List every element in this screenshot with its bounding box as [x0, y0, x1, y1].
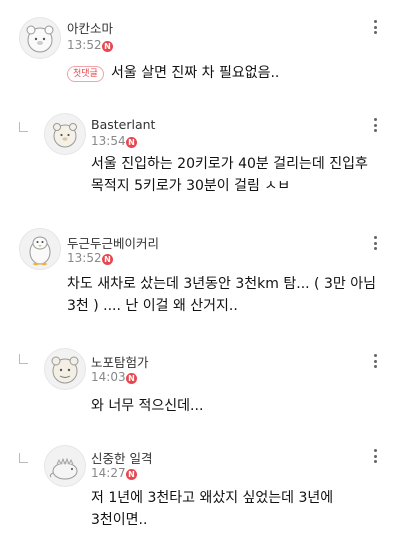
- dinosaur-icon: [49, 457, 78, 480]
- new-badge: N: [126, 137, 137, 148]
- more-options-icon[interactable]: [368, 447, 382, 465]
- comment-item: 두근두근베이커리 13:52 N 차도 새차로 샀는데 3년동안 3천km 탐.…: [0, 220, 400, 340]
- more-options-icon[interactable]: [368, 352, 382, 370]
- avatar[interactable]: [44, 348, 86, 390]
- more-options-icon[interactable]: [368, 234, 382, 252]
- bear-face-icon: [26, 25, 54, 53]
- comment-text: 와 너무 적으신데...: [91, 398, 204, 414]
- first-comment-badge: 첫댓글: [67, 66, 104, 82]
- comment-author[interactable]: 노포탐험가: [91, 352, 149, 371]
- comment-time: 13:52: [67, 38, 102, 52]
- comment-item: 노포탐험가 14:03 N 와 너무 적으신데...: [0, 340, 400, 435]
- comment-text: 서울 진입하는 20키로가 40분 걸리는데 진입후 목적지 5키로가 30분이…: [91, 156, 368, 194]
- comment-author[interactable]: 신중한 일격: [91, 448, 152, 467]
- bear-face-icon: [51, 356, 79, 384]
- new-badge: N: [126, 469, 137, 480]
- comment-item: 아칸소마 13:52 N 첫댓글 서울 살면 진짜 차 필요없음..: [0, 0, 400, 110]
- comment-author[interactable]: 아칸소마: [67, 18, 113, 37]
- comment-text: 서울 살면 진짜 차 필요없음..: [111, 65, 280, 81]
- comment-time: 13:52: [67, 251, 102, 265]
- avatar[interactable]: [44, 445, 86, 487]
- comment-item: 신중한 일격 14:27 N 저 1년에 3천타고 왜샀지 싶었는데 3년에 3…: [0, 435, 400, 547]
- comment-time: 13:54: [91, 134, 126, 148]
- reply-indent-icon: [19, 453, 28, 463]
- more-options-icon[interactable]: [368, 116, 382, 134]
- comment-text: 저 1년에 3천타고 왜샀지 싶었는데 3년에 3천이면..: [91, 490, 334, 528]
- comment-author[interactable]: Basterlant: [91, 117, 155, 132]
- reply-indent-icon: [19, 122, 28, 132]
- avatar[interactable]: [19, 17, 61, 59]
- new-badge: N: [102, 41, 113, 52]
- comment-item: Basterlant 13:54 N 서울 진입하는 20키로가 40분 걸리는…: [0, 110, 400, 220]
- new-badge: N: [126, 373, 137, 384]
- comment-author[interactable]: 두근두근베이커리: [67, 233, 159, 252]
- penguin-icon: [29, 236, 51, 266]
- bear-face-icon: [53, 123, 77, 148]
- reply-indent-icon: [19, 354, 28, 364]
- more-options-icon[interactable]: [368, 18, 382, 36]
- comment-time: 14:27: [91, 466, 126, 480]
- avatar[interactable]: [19, 228, 61, 270]
- comment-text: 차도 새차로 샀는데 3년동안 3천km 탐... ( 3만 아님 3천 ) .…: [67, 276, 376, 314]
- comment-time: 14:03: [91, 370, 126, 384]
- avatar[interactable]: [44, 113, 86, 155]
- new-badge: N: [102, 254, 113, 265]
